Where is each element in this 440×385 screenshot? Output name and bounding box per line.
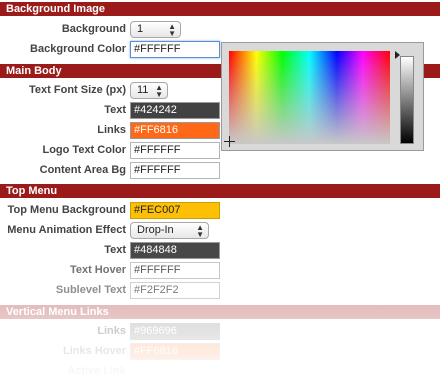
- text-font-size-label: Text Font Size (px): [29, 84, 126, 96]
- row-active-link: Active Link: [0, 362, 440, 382]
- row-content-area-bg: Content Area Bg #FFFFFF: [0, 161, 440, 181]
- color-picker-popup[interactable]: [221, 42, 424, 151]
- links-color-input[interactable]: #FF6816: [130, 122, 220, 139]
- links-label: Links: [97, 124, 126, 136]
- vertical-links-hover-label: Links Hover: [63, 345, 126, 357]
- text-hover-input[interactable]: #FFFFFF: [130, 262, 220, 279]
- vertical-links-input[interactable]: #969696: [130, 323, 220, 340]
- value-slider[interactable]: [400, 56, 414, 144]
- row-top-menu-text: Text #484848: [0, 241, 440, 261]
- top-menu-text-input[interactable]: #484848: [130, 242, 220, 259]
- sublevel-text-input[interactable]: #F2F2F2: [130, 282, 220, 299]
- background-label: Background: [61, 23, 126, 35]
- top-menu-background-label: Top Menu Background: [7, 204, 126, 216]
- background-color-label: Background Color: [30, 43, 126, 55]
- menu-animation-effect-label: Menu Animation Effect: [7, 224, 126, 236]
- crosshair-cursor-icon[interactable]: [224, 136, 235, 147]
- hue-saturation-field[interactable]: [229, 51, 390, 144]
- row-menu-animation-effect: Menu Animation Effect Drop-In ▲ ▼: [0, 221, 440, 241]
- menu-animation-effect-select[interactable]: Drop-In ▲ ▼: [130, 222, 209, 239]
- row-vertical-links-hover: Links Hover #FF6816: [0, 342, 440, 362]
- row-background: Background 1 ▲ ▼: [0, 20, 440, 40]
- row-vertical-links: Links #969696: [0, 322, 440, 342]
- sublevel-text-label: Sublevel Text: [55, 284, 126, 296]
- active-link-label: Active Link: [67, 365, 126, 377]
- row-text-hover: Text Hover #FFFFFF: [0, 261, 440, 281]
- text-label: Text: [104, 104, 126, 116]
- content-area-bg-input[interactable]: #FFFFFF: [130, 162, 220, 179]
- row-top-menu-background: Top Menu Background #FEC007: [0, 201, 440, 221]
- select-arrows-icon: ▲ ▼: [168, 22, 176, 38]
- logo-text-color-label: Logo Text Color: [42, 144, 126, 156]
- section-header-background-image: Background Image: [0, 2, 440, 16]
- row-sublevel-text: Sublevel Text #F2F2F2: [0, 281, 440, 301]
- background-color-input[interactable]: #FFFFFF: [130, 41, 220, 58]
- background-select[interactable]: 1 ▲ ▼: [130, 21, 181, 38]
- logo-text-color-input[interactable]: #FFFFFF: [130, 142, 220, 159]
- text-color-input[interactable]: #424242: [130, 102, 220, 119]
- section-header-vertical-menu-links: Vertical Menu Links: [0, 305, 440, 319]
- text-font-size-select[interactable]: 11 ▲ ▼: [130, 82, 168, 99]
- select-arrows-icon: ▲ ▼: [155, 83, 163, 99]
- select-arrows-icon: ▲ ▼: [196, 223, 204, 239]
- vertical-links-label: Links: [97, 325, 126, 337]
- section-header-top-menu: Top Menu: [0, 184, 440, 198]
- top-menu-text-label: Text: [104, 244, 126, 256]
- top-menu-background-input[interactable]: #FEC007: [130, 202, 220, 219]
- text-hover-label: Text Hover: [69, 264, 126, 276]
- vertical-links-hover-input[interactable]: #FF6816: [130, 343, 220, 360]
- content-area-bg-label: Content Area Bg: [39, 164, 126, 176]
